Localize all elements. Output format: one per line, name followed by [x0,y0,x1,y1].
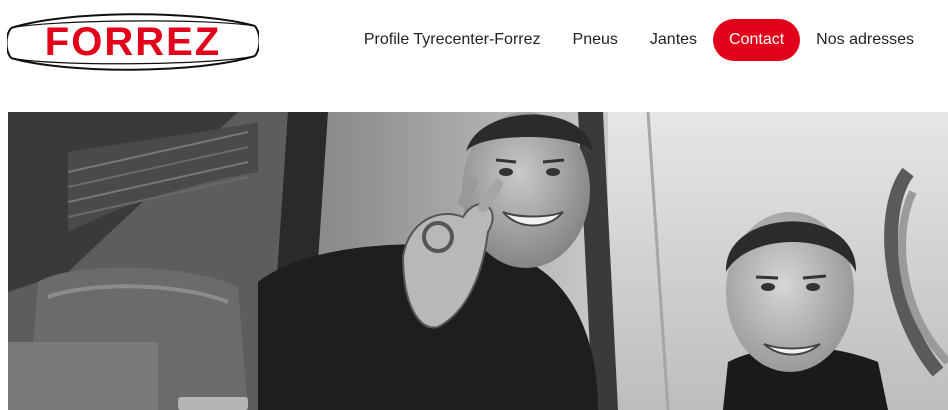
forrez-logo[interactable]: FORREZ [7,12,259,72]
page: FORREZ Profile Tyrecenter-Forrez Pneus J… [0,0,948,410]
site-header: FORREZ Profile Tyrecenter-Forrez Pneus J… [0,0,948,112]
main-nav: Profile Tyrecenter-Forrez Pneus Jantes C… [348,19,930,61]
logo-text: FORREZ [45,20,221,64]
nav-item-jantes[interactable]: Jantes [634,19,713,61]
hero-photo [8,112,948,410]
hero-photo-illustration [8,112,948,410]
nav-item-contact[interactable]: Contact [713,19,801,61]
nav-item-adresses[interactable]: Nos adresses [800,19,930,61]
nav-item-profile[interactable]: Profile Tyrecenter-Forrez [348,19,557,61]
nav-item-pneus[interactable]: Pneus [557,19,634,61]
forrez-logo-graphic: FORREZ [7,13,259,71]
